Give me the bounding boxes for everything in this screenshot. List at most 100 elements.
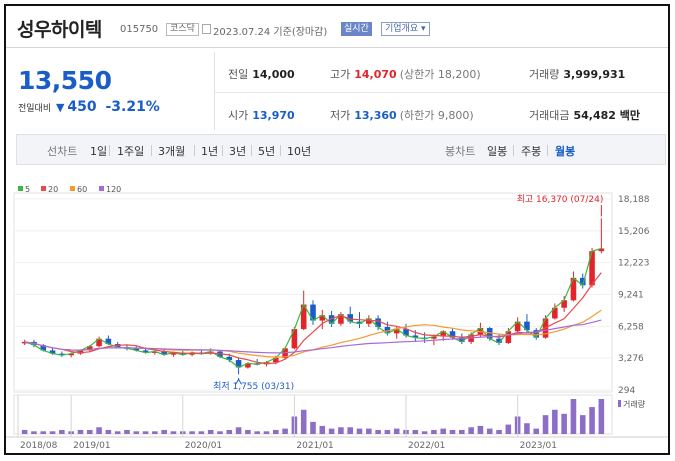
price-change: 전일대비 ▼ 450 -3.21% (18, 99, 160, 115)
change-amount: 450 (67, 99, 97, 115)
legend-label: 60 (77, 185, 87, 194)
period-1w[interactable]: 1주일 (117, 143, 144, 159)
volume-bar (21, 429, 28, 434)
candle-weekly[interactable]: 주봉 (521, 143, 541, 159)
current-price: 13,550 (18, 66, 112, 95)
candle-monthly[interactable]: 월봉 (555, 143, 575, 159)
volume-bar (31, 431, 37, 434)
divider (280, 145, 281, 156)
market-badge: 코스닥 (166, 23, 199, 36)
stat-value: 54,482 백만 (573, 109, 641, 122)
x-tick-label: 2019/01 (73, 441, 110, 451)
stat-low: 저가 13,360 (하한가 9,800) (330, 107, 474, 123)
x-tick-label: 2023/01 (520, 441, 557, 451)
volume-bar (226, 429, 233, 434)
divider (214, 52, 215, 130)
stat-value: 13,360 (354, 109, 397, 122)
legend-swatch (70, 186, 75, 191)
divider (194, 145, 195, 156)
volume-bar (421, 431, 428, 434)
stat-trade-amount: 거래대금 54,482 백만 (529, 107, 640, 123)
period-10y[interactable]: 10년 (287, 143, 311, 159)
volume-bar (347, 427, 353, 434)
x-tick-label: 2018/08 (20, 441, 58, 451)
volume-bar (598, 399, 605, 434)
candle-daily[interactable]: 일봉 (487, 143, 507, 159)
volume-bar (133, 431, 140, 434)
realtime-button[interactable]: 실시간 (341, 22, 372, 36)
volume-bar (152, 431, 158, 434)
volume-bar (338, 427, 344, 434)
divider (513, 145, 514, 156)
legend-swatch (99, 186, 104, 191)
volume-bar (542, 415, 549, 434)
divider (251, 145, 252, 156)
volume-bar (77, 429, 84, 434)
y-tick-label: 6,258 (618, 322, 644, 332)
stat-prev-close: 전일 14,000 (228, 66, 295, 82)
volume-legend-swatch (618, 400, 621, 407)
price-chart[interactable]: 5 20 60 120 18,188 15,206 12,223 9,241 6,258 3,27… (6, 166, 668, 453)
stat-value: 13,970 (252, 109, 295, 122)
volume-bar (124, 429, 130, 434)
volume-bar (496, 429, 502, 434)
period-3m[interactable]: 3개월 (158, 143, 185, 159)
volume-bar (561, 413, 567, 434)
stock-header: 성우하이텍 015750 코스닥 2023.07.24 기준(장마감) 실시간 … (6, 6, 668, 48)
stat-label: 시가 (228, 109, 249, 122)
volume-bar (552, 409, 558, 434)
stat-limit: (상한가 18,200) (399, 68, 481, 81)
volume-bar (235, 427, 242, 434)
period-bar: 선차트 1일 1주일 3개월 1년 3년 5년 10년 봉차트 일봉 주봉 월봉 (16, 134, 666, 165)
period-1y[interactable]: 1년 (201, 143, 218, 159)
change-label: 전일대비 (18, 104, 52, 114)
volume-bar (300, 409, 307, 434)
volume-bar (431, 429, 437, 434)
min-price-annotation: 최저 1,755 (03/31) (213, 381, 294, 392)
max-price-annotation: 최고 16,370 (07/24) (517, 194, 604, 205)
volume-bar (86, 429, 93, 434)
volume-bar (486, 428, 493, 434)
y-tick-label: 12,223 (618, 259, 650, 269)
stat-high: 고가 14,070 (상한가 18,200) (330, 66, 481, 82)
divider (151, 145, 152, 156)
period-3y[interactable]: 3년 (229, 143, 246, 159)
document-icon (202, 24, 211, 34)
volume-bar (254, 431, 260, 434)
stock-name: 성우하이텍 (17, 19, 102, 41)
volume-bar (310, 421, 316, 434)
legend-label: 5 (25, 185, 30, 194)
volume-bar (533, 428, 540, 434)
volume-bar (105, 429, 112, 434)
company-info-dropdown[interactable]: 기업개요 ▾ (381, 22, 430, 36)
stat-limit: (하한가 9,800) (399, 109, 474, 122)
volume-bar (356, 428, 363, 434)
volume-bar (412, 429, 419, 434)
volume-bar (589, 407, 595, 434)
stat-label: 저가 (330, 109, 351, 122)
volume-bar (189, 431, 195, 434)
stat-open: 시가 13,970 (228, 107, 295, 123)
volume-bar (96, 427, 102, 434)
stock-code: 015750 (120, 24, 159, 35)
legend-swatch (41, 186, 46, 191)
stat-value: 14,070 (354, 68, 397, 81)
period-1d[interactable]: 1일 (90, 143, 107, 159)
volume-bar (440, 428, 447, 434)
volume-bar (468, 427, 474, 434)
divider (109, 145, 110, 156)
volume-bar (393, 428, 400, 434)
volume-bar (142, 431, 149, 434)
volume-bar (366, 428, 372, 434)
line-chart-label: 선차트 (47, 145, 78, 158)
y-tick-label: 18,188 (618, 195, 650, 205)
divider (222, 145, 223, 156)
stat-label: 거래량 (529, 68, 560, 81)
legend-swatch (18, 186, 23, 191)
volume-legend-label: 거래량 (623, 399, 646, 409)
volume-bar (161, 429, 167, 434)
volume-bar (459, 429, 465, 434)
divider (547, 145, 548, 156)
period-5y[interactable]: 5년 (258, 143, 275, 159)
y-tick-label: 15,206 (618, 227, 650, 237)
